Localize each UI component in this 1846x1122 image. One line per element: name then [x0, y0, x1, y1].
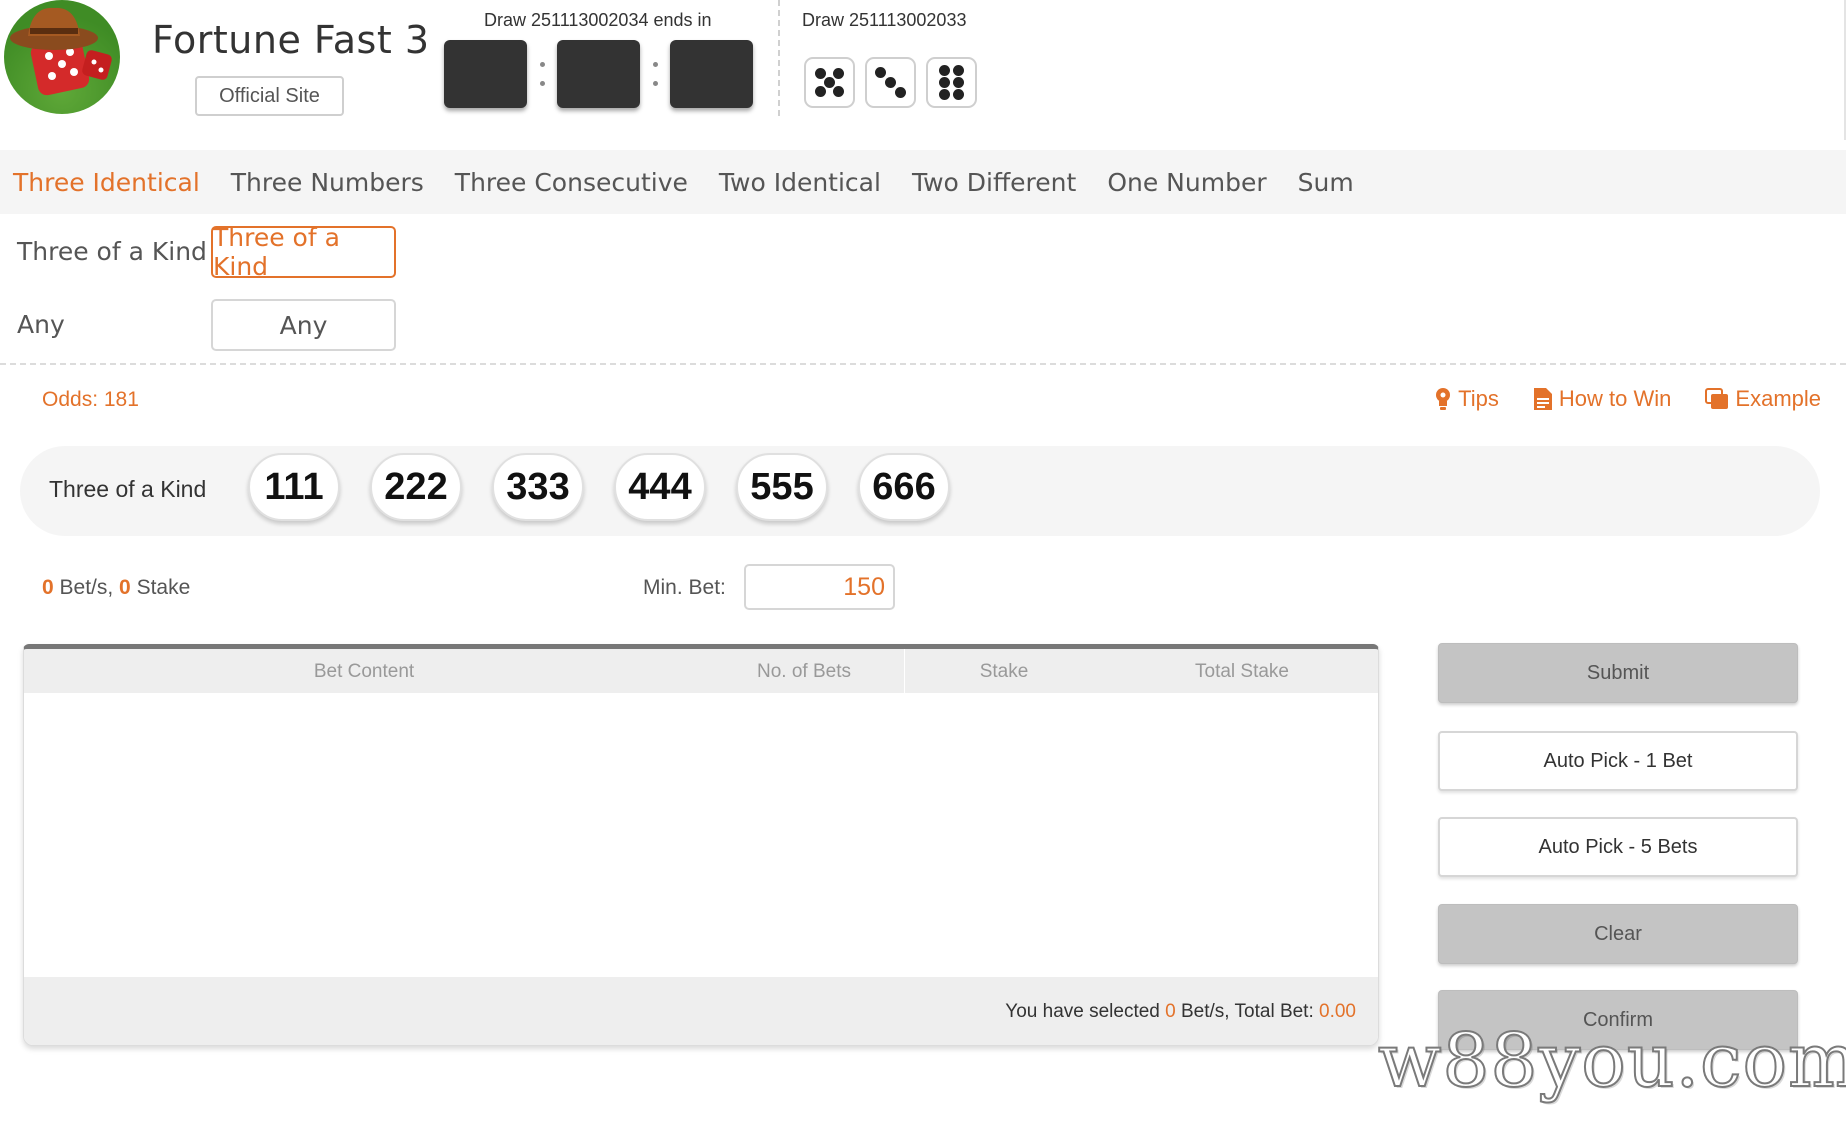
die-three-icon: [865, 57, 916, 108]
lightbulb-icon: [1436, 388, 1451, 410]
pick-ball-666[interactable]: 666: [858, 453, 950, 521]
die-six-icon: [926, 57, 977, 108]
previous-draw-label: Draw 251113002033: [802, 10, 967, 30]
header-divider: [778, 0, 780, 116]
tab-sum[interactable]: Sum: [1298, 168, 1354, 197]
selected-bets-count: 0: [1165, 1001, 1176, 1022]
sub-option-label: Three of a Kind: [17, 237, 207, 266]
countdown-seconds: [670, 40, 753, 108]
countdown-separator: [640, 40, 670, 108]
how-to-win-link[interactable]: How to Win: [1533, 386, 1671, 412]
min-bet-input[interactable]: [744, 564, 895, 610]
watermark: w88you.com: [1377, 1017, 1846, 1105]
stake-count: 0: [119, 576, 131, 599]
copy-icon: [1705, 388, 1729, 409]
tab-two-different[interactable]: Two Different: [912, 168, 1076, 197]
column-no-of-bets: No. of Bets: [757, 661, 851, 682]
sub-option-any[interactable]: Any: [211, 299, 396, 351]
official-site-button[interactable]: Official Site: [195, 76, 344, 116]
total-bet-amount: 0.00: [1319, 1001, 1356, 1022]
number-pick-row: Three of a Kind 111 222 333 444 555 666: [20, 446, 1820, 536]
countdown-separator: [527, 40, 557, 108]
submit-button[interactable]: Submit: [1438, 643, 1798, 703]
game-logo: [4, 0, 120, 114]
tab-two-identical[interactable]: Two Identical: [719, 168, 881, 197]
pick-ball-444[interactable]: 444: [614, 453, 706, 521]
pick-ball-222[interactable]: 222: [370, 453, 462, 521]
odds-label: Odds: 181: [42, 388, 139, 411]
pick-ball-333[interactable]: 333: [492, 453, 584, 521]
sub-option-label: Any: [17, 310, 65, 339]
game-title: Fortune Fast 3: [152, 18, 430, 62]
how-to-win-link-label: How to Win: [1558, 386, 1672, 411]
stake-suffix: Stake: [130, 576, 191, 599]
countdown-timer: [444, 40, 753, 108]
previous-result-dice: [804, 57, 977, 108]
document-icon: [1533, 388, 1552, 410]
bet-table: Bet Content No. of Bets Stake Total Stak…: [23, 644, 1379, 1046]
pick-ball-111[interactable]: 111: [248, 453, 340, 521]
die-five-icon: [804, 57, 855, 108]
pick-ball-555[interactable]: 555: [736, 453, 828, 521]
pick-row-label: Three of a Kind: [49, 476, 207, 502]
current-draw-label: Draw 251113002034 ends in: [484, 10, 712, 30]
column-total-stake: Total Stake: [1195, 661, 1289, 682]
tips-link[interactable]: Tips: [1434, 386, 1499, 412]
column-stake: Stake: [979, 661, 1029, 682]
tab-three-consecutive[interactable]: Three Consecutive: [455, 168, 688, 197]
min-bet-label: Min. Bet:: [643, 576, 726, 599]
table-footer: You have selected 0 Bet/s, Total Bet: 0.…: [24, 977, 1378, 1045]
example-link[interactable]: Example: [1705, 386, 1821, 412]
auto-pick-1-button[interactable]: Auto Pick - 1 Bet: [1438, 731, 1798, 791]
tab-one-number[interactable]: One Number: [1107, 168, 1266, 197]
bet-summary: 0 Bet/s, 0 Stake: [42, 576, 190, 600]
bet-count-suffix: Bet/s,: [53, 576, 120, 599]
auto-pick-5-button[interactable]: Auto Pick - 5 Bets: [1438, 817, 1798, 877]
tab-three-identical[interactable]: Three Identical: [13, 168, 200, 197]
sub-option-three-of-a-kind[interactable]: Three of a Kind: [211, 223, 396, 281]
bet-type-tabs: Three Identical Three Numbers Three Cons…: [0, 150, 1846, 214]
example-link-label: Example: [1735, 386, 1821, 411]
selection-summary: You have selected 0 Bet/s, Total Bet: 0.…: [1005, 1001, 1356, 1022]
tips-link-label: Tips: [1458, 386, 1499, 411]
header: Fortune Fast 3 Official Site Draw 251113…: [0, 0, 1846, 140]
clear-button[interactable]: Clear: [1438, 904, 1798, 964]
column-bet-content: Bet Content: [313, 661, 415, 682]
countdown-hours: [444, 40, 527, 108]
tab-three-numbers[interactable]: Three Numbers: [231, 168, 424, 197]
table-header: Bet Content No. of Bets Stake Total Stak…: [24, 649, 1378, 693]
help-links: Tips How to Win Example: [1434, 386, 1821, 412]
section-divider: [0, 363, 1846, 365]
countdown-minutes: [557, 40, 640, 108]
bet-count: 0: [42, 576, 54, 599]
